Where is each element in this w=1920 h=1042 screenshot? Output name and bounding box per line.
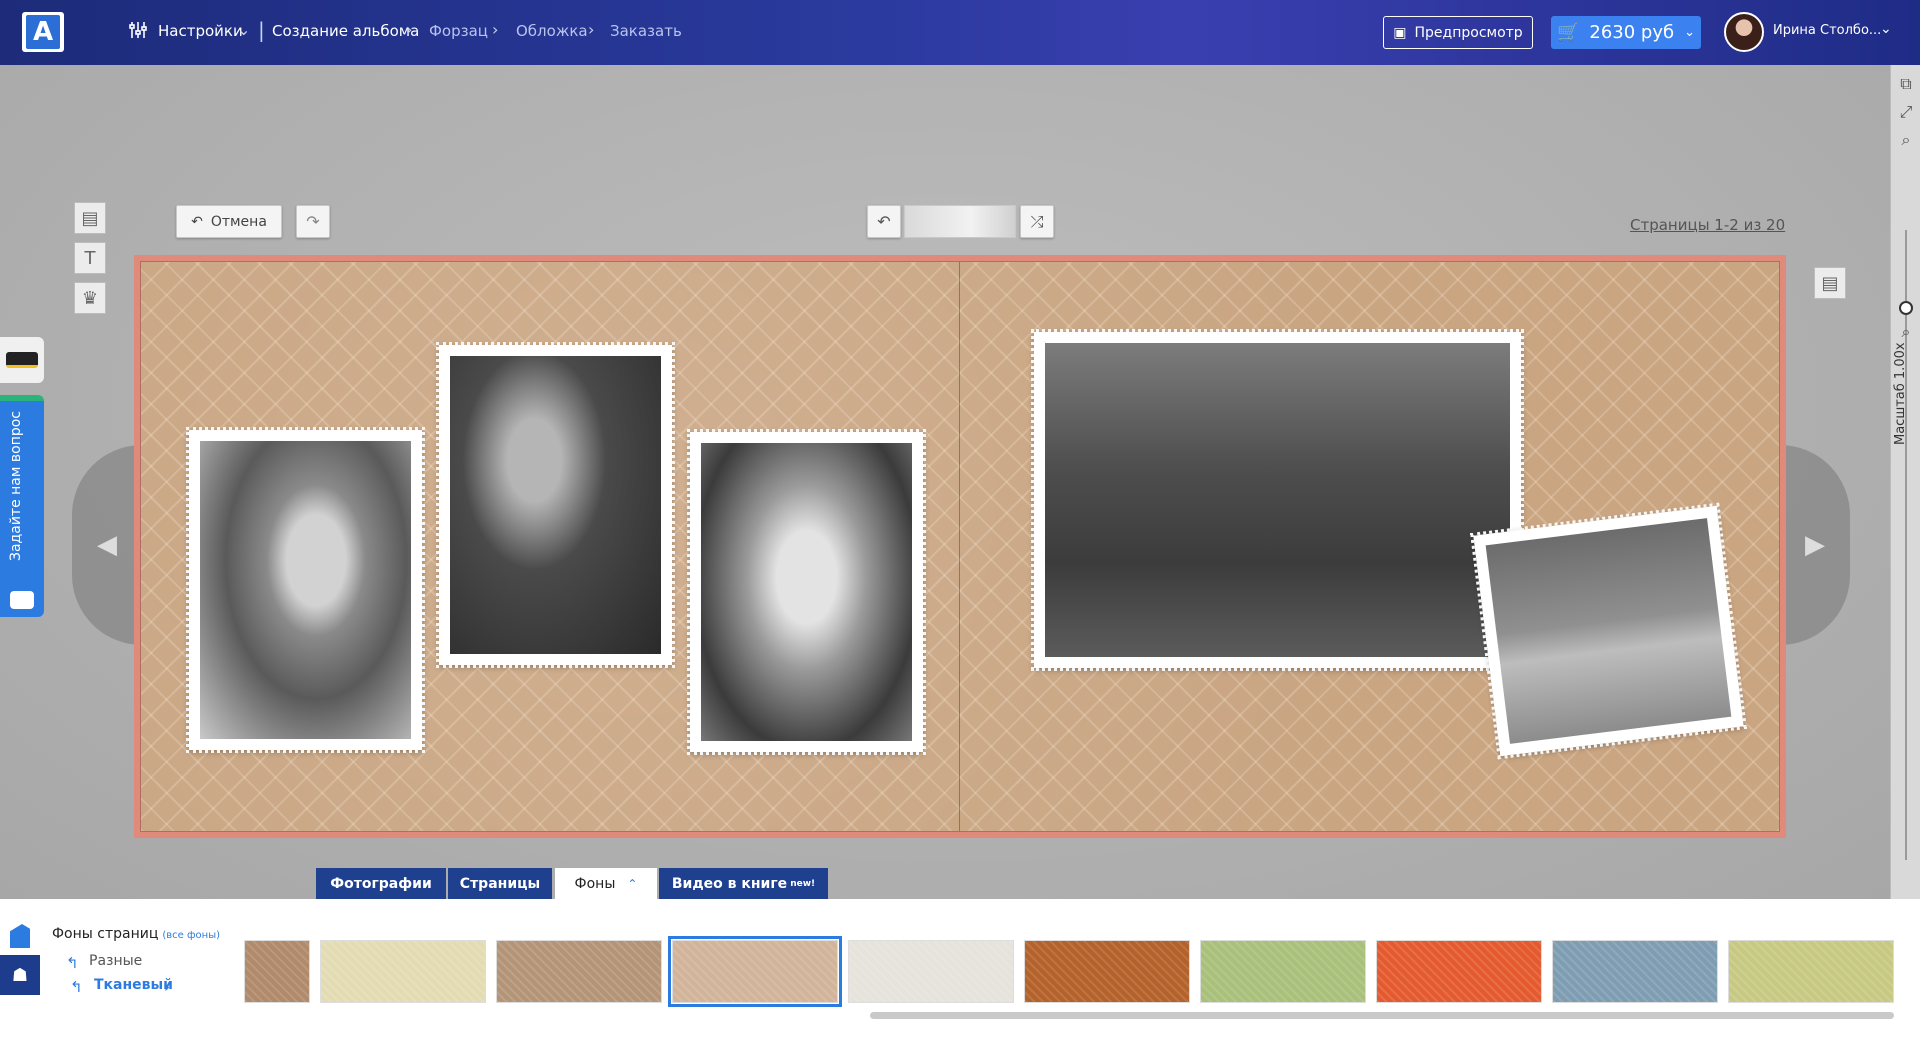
background-swatch[interactable] [1376,940,1542,1003]
breadcrumb-endpaper[interactable]: Форзац [429,22,488,40]
background-swatch[interactable] [1024,940,1190,1003]
text-icon: T [84,247,96,269]
divider: | [258,18,265,42]
backgrounds-panel: ☗ Фоны страниц (все фоны) ↰ Разные ↰ Ткан… [0,899,1920,1042]
photo-frame-elderly-couple[interactable] [1031,329,1524,671]
album-spread[interactable] [134,255,1786,838]
background-swatch[interactable] [244,940,310,1003]
breadcrumb-create-album[interactable]: Создание альбома [272,22,419,40]
collapse-icon: ⌃ [627,876,638,891]
shuffle-button[interactable]: ⤮ [1020,205,1054,238]
ask-question-tab[interactable]: Задайте нам вопрос [0,395,44,617]
tab-photos[interactable]: Фотографии [316,868,446,899]
background-swatch[interactable] [496,940,662,1003]
up-arrow-icon: ↰ [66,954,79,972]
cart-button[interactable]: 🛒 2630 руб ⌄ [1551,16,1701,49]
background-swatch[interactable] [1728,940,1894,1003]
add-text-button[interactable]: T [74,242,106,274]
horizontal-scrollbar[interactable] [870,1012,1894,1019]
ask-question-label: Задайте нам вопрос [8,411,24,561]
chevron-down-icon[interactable]: ⌄ [1880,21,1892,37]
user-name[interactable]: Ирина Столбо... [1773,23,1881,38]
settings-sliders-icon[interactable] [128,20,148,40]
chevron-left-icon: ◀ [97,530,117,560]
cart-icon: 🛒 [1556,22,1580,43]
redo-button[interactable]: ↷ [296,205,330,238]
undo-icon: ↶ [191,213,203,230]
top-header: A Настройки ⌄ | Создание альбома › Форза… [0,0,1920,65]
app-logo[interactable]: A [22,12,64,52]
photo-image [701,443,912,741]
all-backgrounds-link[interactable]: (все фоны) [162,930,220,941]
redo-icon: ↷ [306,212,320,231]
zoom-level-label: Масштаб 1.00x [1893,342,1908,445]
user-avatar[interactable] [1724,12,1764,52]
tab-pages[interactable]: Страницы [448,868,552,899]
spread-spine [959,262,960,831]
chat-bubble-icon [10,591,34,609]
layout-tool-right-button[interactable]: ▤ [1814,267,1846,299]
layout-icon: ▤ [81,207,99,229]
background-bucket-icon[interactable] [0,919,40,953]
background-swatch[interactable] [1200,940,1366,1003]
photo-image [200,441,411,739]
undo-cancel-button[interactable]: ↶ Отмена [176,205,282,238]
spread-background[interactable] [140,261,1780,832]
tab-backgrounds[interactable]: Фоны ⌃ [555,868,657,899]
preview-button[interactable]: ▣ Предпросмотр [1383,16,1533,49]
right-zoom-rail: ⧉ ⤢ ⌕ ⌕ Масштаб 1.00x [1890,65,1920,901]
layout-icon: ▤ [1821,272,1839,294]
photo-image [1045,343,1510,657]
chevron-right-icon: › [588,20,595,39]
photo-frame-man-hat[interactable] [687,429,926,755]
panel-title: Фоны страниц (все фоны) [52,926,221,942]
chevron-down-icon: ⌄ [237,20,251,39]
chevron-down-icon: ⌄ [1684,25,1696,40]
category-misc[interactable]: Разные [89,953,142,969]
chat-widget-icon[interactable] [0,337,44,383]
breadcrumb-order[interactable]: Заказать [610,22,682,40]
chevron-right-icon: › [406,20,413,39]
shuffle-icon: ⤮ [1030,211,1044,231]
settings-menu[interactable]: Настройки [158,22,243,40]
external-link-icon[interactable]: ⧉ [1897,75,1915,93]
pages-indicator[interactable]: Страницы 1-2 из 20 [1630,216,1785,234]
photo-frame-cyclist[interactable] [1470,502,1747,760]
background-swatch[interactable] [320,940,486,1003]
breadcrumb-cover[interactable]: Обложка [516,22,588,40]
layout-tool-button[interactable]: ▤ [74,202,106,234]
next-page-arrow[interactable]: ▶ [1780,445,1850,645]
up-arrow-icon: ↰ [70,978,83,996]
background-swatch[interactable] [1552,940,1718,1003]
background-preview-thumbnail[interactable] [904,205,1016,238]
background-undo-button[interactable]: ↶ [867,205,901,238]
user-backgrounds-icon[interactable]: ☗ [0,955,40,995]
tab-video[interactable]: Видео в книге new! [659,868,828,899]
category-fabric[interactable]: Тканевый [94,977,173,993]
background-swatch[interactable] [668,936,842,1007]
decorations-button[interactable]: ♛ [74,282,106,314]
zoom-in-icon[interactable]: ⌕ [1897,131,1915,149]
editor-workspace: ↶ Отмена ↷ ↶ ⤮ Страницы 1-2 из 20 ▤ T ♛ … [0,65,1890,901]
crown-icon: ♛ [81,287,99,309]
chevron-right-icon: ▶ [1805,530,1825,560]
undo-icon: ↶ [877,212,891,231]
photo-frame-woman[interactable] [436,342,675,668]
photo-frame-elderly-man[interactable] [186,427,425,753]
fullscreen-icon[interactable]: ⤢ [1897,103,1915,121]
previous-page-arrow[interactable]: ◀ [72,445,142,645]
photo-image [450,356,661,654]
chevron-right-icon: › [164,978,170,996]
preview-icon: ▣ [1393,24,1407,41]
photo-image [1485,518,1732,744]
chevron-right-icon: › [492,20,499,39]
background-swatch[interactable] [848,940,1014,1003]
